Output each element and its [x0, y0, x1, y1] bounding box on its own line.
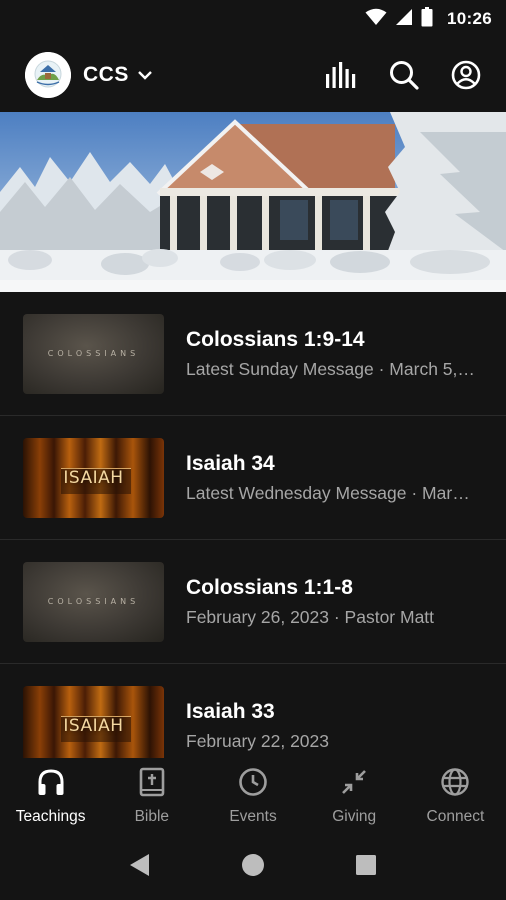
nav-label: Giving — [332, 807, 377, 825]
teachings-list: COLOSSIANS Colossians 1:9-14 Latest Sund… — [0, 292, 506, 758]
nav-giving[interactable]: Giving — [304, 758, 405, 834]
teaching-thumbnail: COLOSSIANS — [23, 561, 164, 642]
wifi-icon — [365, 8, 387, 31]
teaching-subtitle: February 22, 2023 — [186, 730, 330, 751]
nav-label: Connect — [426, 807, 485, 825]
nav-bible[interactable]: Bible — [101, 758, 202, 834]
teaching-subtitle: February 26, 2023 · Pastor Matt — [186, 606, 435, 627]
bottom-navigation: Teachings Bible Events Giving Connect — [0, 758, 506, 834]
audio-icon[interactable] — [322, 55, 362, 95]
teaching-title: Isaiah 34 — [186, 451, 275, 475]
status-bar: 10:26 — [0, 0, 506, 38]
chevron-down-icon[interactable] — [137, 69, 153, 81]
nav-teachings[interactable]: Teachings — [0, 758, 101, 834]
account-icon[interactable] — [446, 55, 486, 95]
signal-icon — [395, 8, 413, 31]
search-icon[interactable] — [384, 55, 424, 95]
home-icon[interactable] — [241, 853, 265, 882]
nav-label: Bible — [134, 807, 170, 825]
nav-label: Events — [229, 807, 277, 825]
teaching-thumbnail: COLOSSIANS — [23, 313, 164, 394]
giving-icon — [339, 767, 369, 802]
nav-events[interactable]: Events — [202, 758, 303, 834]
teaching-thumbnail: ISAIAH — [23, 437, 164, 518]
teaching-title: Colossians 1:1-8 — [186, 575, 353, 599]
nav-label: Teachings — [15, 807, 86, 825]
system-navigation-bar — [0, 834, 506, 900]
bible-icon — [138, 767, 166, 802]
teaching-subtitle: Latest Sunday Message · March 5, 2023 — [186, 358, 476, 379]
teaching-item[interactable]: COLOSSIANS Colossians 1:1-8 February 26,… — [0, 540, 506, 664]
status-time: 10:26 — [447, 9, 492, 28]
teaching-item[interactable]: COLOSSIANS Colossians 1:9-14 Latest Sund… — [0, 292, 506, 416]
teaching-title: Isaiah 33 — [186, 699, 275, 723]
church-logo-avatar[interactable] — [25, 52, 71, 98]
app-bar: CCS — [0, 38, 506, 112]
recents-icon[interactable] — [355, 854, 377, 881]
headphones-icon — [36, 767, 66, 802]
globe-icon — [440, 767, 470, 802]
teaching-item[interactable]: ISAIAH Isaiah 33 February 22, 2023 — [0, 664, 506, 758]
nav-connect[interactable]: Connect — [405, 758, 506, 834]
clock-icon — [238, 767, 268, 802]
organization-name[interactable]: CCS — [83, 63, 129, 87]
teaching-title: Colossians 1:9-14 — [186, 327, 365, 351]
teaching-subtitle: Latest Wednesday Message · March 1, 2023 — [186, 482, 476, 503]
back-icon[interactable] — [129, 853, 151, 882]
teaching-thumbnail: ISAIAH — [23, 685, 164, 758]
battery-icon — [421, 6, 433, 32]
church-hero-image — [0, 112, 506, 292]
teaching-item[interactable]: ISAIAH Isaiah 34 Latest Wednesday Messag… — [0, 416, 506, 540]
